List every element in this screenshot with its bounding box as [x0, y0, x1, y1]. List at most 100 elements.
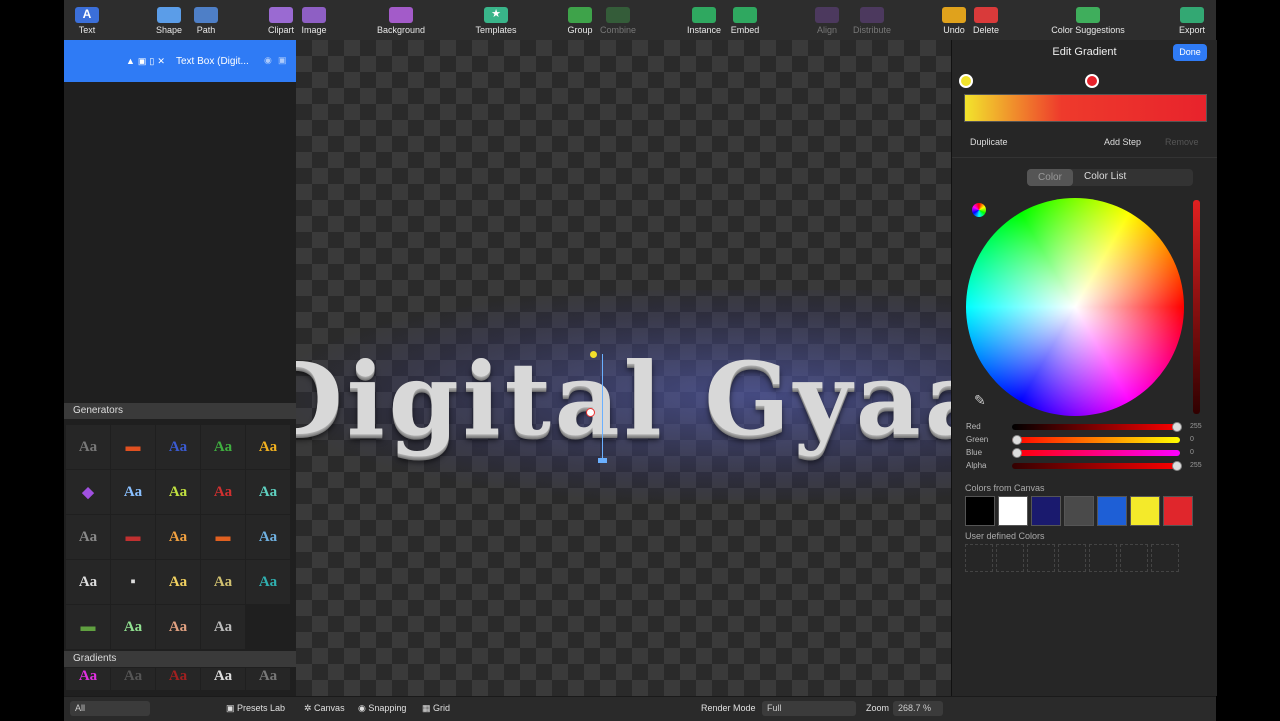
presets-lab-button[interactable]: ▣ Presets Lab: [226, 703, 285, 714]
generator-preset[interactable]: Aa: [156, 605, 200, 649]
eye-icon[interactable]: ◉: [264, 55, 272, 66]
generator-preset[interactable]: ▪: [111, 560, 155, 604]
canvas-color-swatch[interactable]: [1097, 496, 1127, 526]
user-color-slot[interactable]: [965, 544, 993, 572]
generator-preset[interactable]: Aa: [246, 560, 290, 604]
generator-preset[interactable]: Aa: [66, 425, 110, 469]
alpha-slider[interactable]: [1012, 461, 1182, 471]
distribute-button[interactable]: Distribute: [850, 0, 894, 40]
color-wheel-mode-icon[interactable]: [972, 203, 986, 217]
generator-preset[interactable]: Aa: [111, 470, 155, 514]
grid-button[interactable]: ▦ Grid: [422, 703, 450, 714]
canvas-color-swatch[interactable]: [965, 496, 995, 526]
undo-button[interactable]: Undo: [940, 0, 968, 40]
blue-slider[interactable]: [1012, 448, 1180, 458]
tab-color-list[interactable]: Color List: [1084, 171, 1126, 182]
generator-preset[interactable]: Aa: [156, 560, 200, 604]
main-toolbar: A Text Shape Path Clipart Image Backgroun…: [64, 0, 1216, 41]
gradient-mid-handle[interactable]: [586, 408, 595, 417]
clipart-icon: [269, 7, 293, 23]
generator-preset[interactable]: ▬: [201, 515, 245, 559]
canvas-text-object[interactable]: Digital Gyaan: [296, 340, 951, 458]
red-knob[interactable]: [1172, 422, 1182, 432]
gradient-end-handle[interactable]: [598, 458, 607, 463]
duplicate-button[interactable]: Duplicate: [970, 137, 1008, 147]
image-button[interactable]: Image: [298, 0, 330, 40]
generator-preset[interactable]: Aa: [66, 560, 110, 604]
generator-preset[interactable]: Aa: [156, 425, 200, 469]
alpha-knob[interactable]: [1172, 461, 1182, 471]
templates-button[interactable]: ★ Templates: [472, 0, 520, 40]
user-color-slot[interactable]: [1027, 544, 1055, 572]
shape-tool-button[interactable]: Shape: [152, 0, 186, 40]
gradients-header: Gradients: [64, 651, 296, 667]
generator-preset[interactable]: Aa: [246, 425, 290, 469]
gradient-preset[interactable]: Aa: [201, 668, 245, 690]
generator-preset[interactable]: Aa: [66, 515, 110, 559]
user-color-slot[interactable]: [1058, 544, 1086, 572]
canvas[interactable]: Digital Gyaan: [296, 40, 951, 696]
canvas-color-swatch[interactable]: [998, 496, 1028, 526]
zoom-field[interactable]: 268.7 %: [893, 701, 943, 716]
delete-button[interactable]: Delete: [970, 0, 1002, 40]
generator-preset[interactable]: Aa: [111, 605, 155, 649]
green-slider[interactable]: [1012, 435, 1180, 445]
snapping-button[interactable]: ◉ Snapping: [358, 703, 406, 714]
remove-button[interactable]: Remove: [1165, 137, 1199, 147]
done-button[interactable]: Done: [1173, 44, 1207, 61]
user-color-slot[interactable]: [1120, 544, 1148, 572]
generator-preset[interactable]: Aa: [201, 470, 245, 514]
user-color-slot[interactable]: [996, 544, 1024, 572]
add-step-button[interactable]: Add Step: [1104, 137, 1141, 147]
embed-button[interactable]: Embed: [728, 0, 762, 40]
color-suggestions-button[interactable]: Color Suggestions: [1048, 0, 1128, 40]
align-button[interactable]: Align: [812, 0, 842, 40]
group-button[interactable]: Group: [564, 0, 596, 40]
canvas-color-swatch[interactable]: [1031, 496, 1061, 526]
blue-knob[interactable]: [1012, 448, 1022, 458]
generator-preset[interactable]: ◆: [66, 470, 110, 514]
gradient-preset[interactable]: Aa: [66, 668, 110, 690]
canvas-color-swatch[interactable]: [1064, 496, 1094, 526]
user-color-slot[interactable]: [1151, 544, 1179, 572]
generator-preset[interactable]: ▬: [111, 425, 155, 469]
canvas-color-swatch[interactable]: [1130, 496, 1160, 526]
lock-icon[interactable]: ▣: [278, 55, 287, 66]
filter-select[interactable]: All: [70, 701, 150, 716]
export-icon: [1180, 7, 1204, 23]
color-wheel[interactable]: [966, 198, 1184, 416]
gradient-preset[interactable]: Aa: [111, 668, 155, 690]
gradient-preset[interactable]: Aa: [156, 668, 200, 690]
generator-preset[interactable]: Aa: [156, 515, 200, 559]
generator-preset[interactable]: ▬: [66, 605, 110, 649]
render-mode-select[interactable]: Full: [762, 701, 856, 716]
green-knob[interactable]: [1012, 435, 1022, 445]
generator-preset[interactable]: Aa: [246, 515, 290, 559]
generator-preset[interactable]: Aa: [201, 425, 245, 469]
generator-preset[interactable]: ▬: [111, 515, 155, 559]
generator-preset[interactable]: Aa: [201, 605, 245, 649]
generator-preset[interactable]: Aa: [246, 470, 290, 514]
canvas-color-swatch[interactable]: [1163, 496, 1193, 526]
gradient-start-handle[interactable]: [590, 351, 597, 358]
instance-button[interactable]: Instance: [684, 0, 724, 40]
layer-row-selected[interactable]: ▲▣▯✕ Text Box (Digit... ◉ ▣: [64, 40, 296, 82]
eyedropper-icon[interactable]: ✎: [974, 392, 986, 409]
combine-button[interactable]: Combine: [598, 0, 638, 40]
canvas-button[interactable]: ✲ Canvas: [304, 703, 345, 714]
gradient-preset[interactable]: Aa: [246, 668, 290, 690]
gradient-stop-yellow[interactable]: [959, 74, 973, 88]
generator-preset[interactable]: Aa: [201, 560, 245, 604]
generator-preset[interactable]: Aa: [156, 470, 200, 514]
gradient-bar[interactable]: [964, 94, 1207, 122]
clipart-button[interactable]: Clipart: [264, 0, 298, 40]
background-button[interactable]: Background: [372, 0, 430, 40]
user-color-slot[interactable]: [1089, 544, 1117, 572]
tab-color[interactable]: Color: [1027, 169, 1073, 186]
export-button[interactable]: Export: [1176, 0, 1208, 40]
text-tool-button[interactable]: A Text: [72, 0, 102, 40]
red-slider[interactable]: [1012, 422, 1182, 432]
gradient-stop-red[interactable]: [1085, 74, 1099, 88]
brightness-slider[interactable]: [1193, 200, 1200, 414]
path-tool-button[interactable]: Path: [192, 0, 220, 40]
